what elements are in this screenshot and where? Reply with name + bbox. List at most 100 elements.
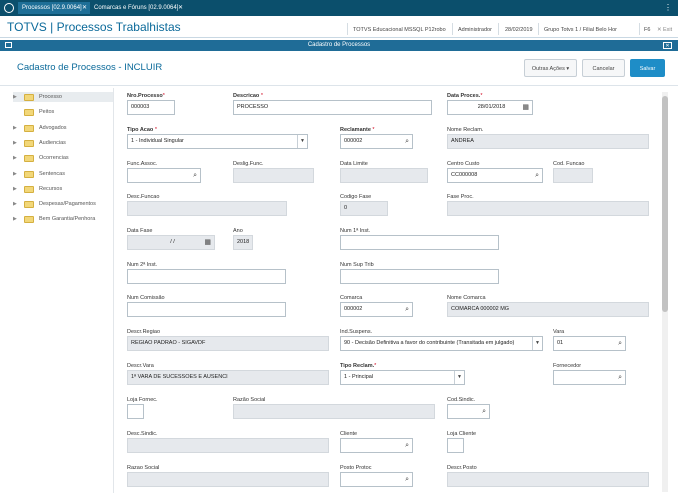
nro-processo-field[interactable]: 000003	[127, 100, 175, 115]
tab-comarcas[interactable]: Comarcas e Fóruns [02.9.0064] ✕	[90, 2, 186, 14]
exit-link[interactable]: Exit	[663, 26, 672, 34]
nome-comarca-field: COMARCA 000002 MG	[447, 302, 649, 317]
cancel-button[interactable]: Cancelar	[582, 59, 625, 77]
label-posto-protoc: Posto Protoc	[340, 465, 372, 471]
label-descr-regiao: Descr.Regiao	[127, 329, 161, 335]
descricao-field[interactable]: PROCESSO	[233, 100, 432, 115]
num-2-inst-field[interactable]	[127, 269, 286, 284]
vara-field[interactable]: 01 ⌕	[553, 336, 626, 351]
folder-icon	[24, 171, 34, 178]
posto-protoc-field[interactable]: ⌕	[340, 472, 413, 487]
comarca-field[interactable]: 000002 ⌕	[340, 302, 413, 317]
chevron-right-icon[interactable]: ▶	[13, 92, 19, 102]
folder-icon	[24, 155, 34, 162]
label-loja-fornec: Loja Fornec.	[127, 397, 158, 403]
folder-icon	[24, 201, 34, 208]
label-descr-vara: Descr.Vara	[127, 363, 154, 369]
chevron-down-icon[interactable]: ▼	[532, 337, 542, 350]
calendar-icon[interactable]: ▦	[522, 103, 529, 112]
centro-custo-field[interactable]: CC000008 ⌕	[447, 168, 543, 183]
label-data-fase: Data Fase	[127, 228, 153, 234]
scrollbar-thumb[interactable]	[662, 96, 668, 312]
exit-icon[interactable]: ✕	[657, 26, 662, 34]
data-proces-field[interactable]: 28/01/2018 ▦	[447, 100, 533, 115]
label-tipo-reclam: Tipo Reclam.*	[340, 363, 377, 369]
folder-icon	[24, 125, 34, 132]
fornecedor-field[interactable]: ⌕	[553, 370, 626, 385]
reclamante-field[interactable]: 000002 ⌕	[340, 134, 413, 149]
header-company[interactable]: Grupo Totvs 1 / Filial Belo Hor	[544, 26, 617, 34]
label-tipo-acao: Tipo Acao *	[127, 127, 157, 133]
label-comarca: Comarca	[340, 295, 363, 301]
tab-processos[interactable]: Processos [02.9.0064] ✕	[18, 2, 90, 14]
dialog-close-icon[interactable]: ✕	[663, 42, 672, 49]
outras-acoes-label: Outras Ações	[531, 66, 565, 72]
chevron-right-icon[interactable]: ▶	[13, 138, 19, 148]
num-comissao-field[interactable]	[127, 302, 286, 317]
fase-proc-field	[447, 201, 649, 216]
app-logo-icon[interactable]	[4, 3, 14, 13]
search-icon[interactable]: ⌕	[618, 373, 622, 382]
ind-suspens-select[interactable]: 90 - Decisão Definitiva a favor do contr…	[340, 336, 543, 351]
form-title: Cadastro de Processos - INCLUIR	[17, 62, 163, 73]
close-icon[interactable]: ✕	[82, 2, 87, 14]
label-ano: Ano	[233, 228, 243, 234]
search-icon[interactable]: ⌕	[193, 171, 197, 180]
close-icon[interactable]: ✕	[178, 2, 183, 14]
descr-regiao-field: REGIAO PADRAO - SIGAVDF	[127, 336, 329, 351]
header-f6[interactable]: F6	[644, 26, 650, 34]
num-sup-trib-field[interactable]	[340, 269, 499, 284]
header-user[interactable]: Administrador	[458, 26, 492, 34]
chevron-right-icon[interactable]: ▶	[13, 199, 19, 209]
tree-item-label: Processo	[39, 94, 62, 100]
tipo-acao-select[interactable]: 1 - Individual Singular ▼	[127, 134, 308, 149]
search-icon[interactable]: ⌕	[405, 475, 409, 484]
label-codigo-fase: Codigo Fase	[340, 194, 372, 200]
ano-field: 2018	[233, 235, 253, 250]
descr-vara-field: 1ª VARA DE SUCESSOES E AUSENCI	[127, 370, 329, 385]
save-button[interactable]: Salvar	[630, 59, 665, 77]
tipo-reclam-select[interactable]: 1 - Principal ▼	[340, 370, 465, 385]
num-1-inst-field[interactable]	[340, 235, 499, 250]
label-fase-proc: Fase Proc.	[447, 194, 474, 200]
cliente-field[interactable]: ⌕	[340, 438, 413, 453]
chevron-right-icon[interactable]: ▶	[13, 184, 19, 194]
search-icon[interactable]: ⌕	[405, 137, 409, 146]
label-desc-funcao: Desc.Funcao	[127, 194, 160, 200]
header-date: 28/02/2019	[505, 27, 533, 33]
loja-fornec-field[interactable]	[127, 404, 144, 419]
search-icon[interactable]: ⌕	[618, 339, 622, 348]
folder-icon	[24, 109, 34, 116]
chevron-down-icon[interactable]: ▼	[297, 135, 307, 148]
outras-acoes-button[interactable]: Outras Ações ▾	[524, 59, 577, 77]
reclamante-value: 000002	[344, 138, 363, 144]
label-cod-funcao: Cod. Funcao	[553, 161, 585, 167]
header-environment: TOTVS Educacional MSSQL P12robo	[353, 27, 446, 33]
label-descricao: Descricao *	[233, 93, 263, 99]
chevron-right-icon[interactable]: ▶	[13, 214, 19, 224]
overflow-menu-icon[interactable]: ⋮	[664, 3, 672, 13]
data-fase-field: / / ▦	[127, 235, 215, 250]
loja-cliente-field[interactable]	[447, 438, 464, 453]
search-icon[interactable]: ⌕	[482, 407, 486, 416]
search-icon[interactable]: ⌕	[405, 305, 409, 314]
chevron-right-icon[interactable]: ▶	[13, 153, 19, 163]
search-icon[interactable]: ⌕	[405, 441, 409, 450]
data-limite-field	[340, 168, 428, 183]
label-ind-suspens: Ind.Suspens.	[340, 329, 373, 335]
comarca-value: 000002	[344, 306, 363, 312]
desc-funcao-field	[127, 201, 287, 216]
chevron-right-icon[interactable]: ▶	[13, 123, 19, 133]
codigo-fase-field: 0	[340, 201, 388, 216]
func-assoc-field[interactable]: ⌕	[127, 168, 201, 183]
cod-sindic-field[interactable]: ⌕	[447, 404, 490, 419]
nome-reclam-field: ANDREA	[447, 134, 649, 149]
search-icon[interactable]: ⌕	[535, 171, 539, 180]
tree-item-processo[interactable]: ▶ Processo	[13, 92, 113, 102]
label-cliente: Cliente	[340, 431, 358, 437]
label-data-limite: Data Limite	[340, 161, 368, 167]
label-num-2-inst: Num 2ª Inst.	[127, 262, 158, 268]
label-num-comissao: Num Comissão	[127, 295, 165, 301]
chevron-down-icon[interactable]: ▼	[454, 371, 464, 384]
chevron-right-icon[interactable]: ▶	[13, 169, 19, 179]
